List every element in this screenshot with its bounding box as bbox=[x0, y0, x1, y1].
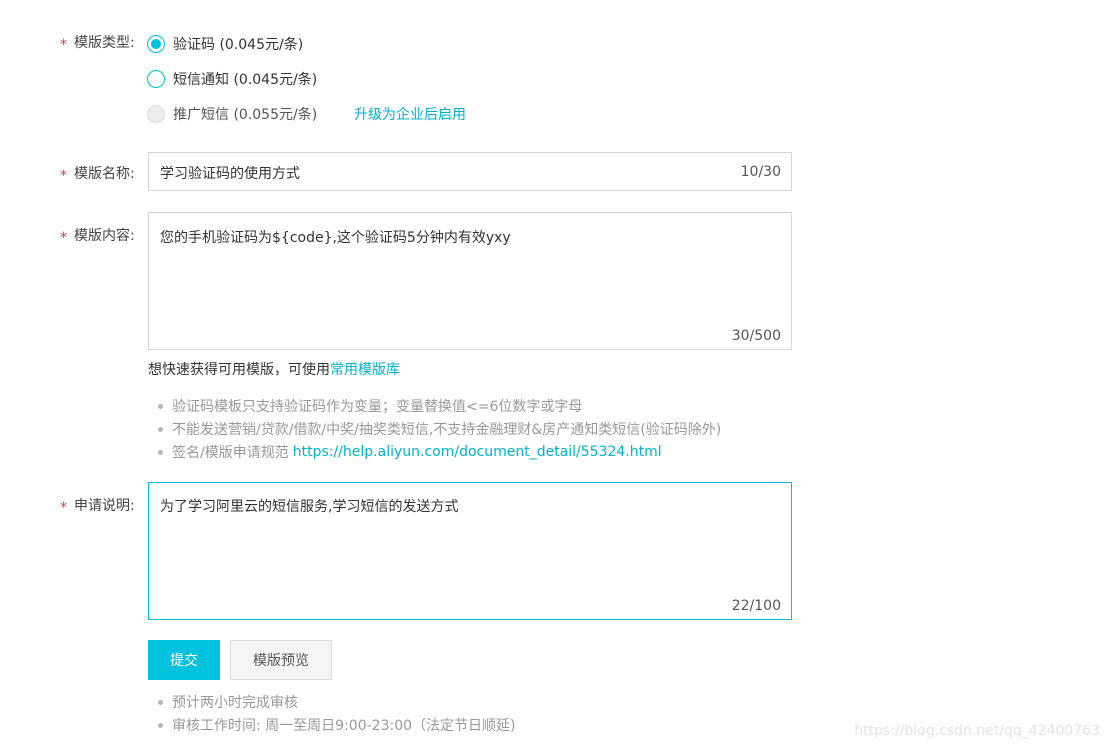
spec-doc-link[interactable]: https://help.aliyun.com/document_detail/… bbox=[293, 444, 662, 460]
template-name-input[interactable]: 学习验证码的使用方式 10/30 bbox=[148, 152, 792, 191]
tip-text: 验证码模板只支持验证码作为变量；变量替换值<=6位数字或字母 bbox=[172, 399, 583, 415]
template-name-counter: 10/30 bbox=[740, 164, 781, 180]
bullet-icon bbox=[158, 699, 163, 705]
template-name-label: 模版名称: bbox=[74, 166, 135, 182]
template-content-textarea[interactable]: 您的手机验证码为${code},这个验证码5分钟内有效yxy 30/500 bbox=[148, 212, 792, 350]
radio-verification-code[interactable]: 验证码 (0.045元/条) bbox=[147, 33, 303, 55]
template-name-value: 学习验证码的使用方式 bbox=[160, 166, 300, 182]
required-mark: * bbox=[60, 168, 67, 184]
bullet-icon bbox=[158, 426, 163, 432]
bullet-icon bbox=[158, 722, 163, 728]
radio-disabled-icon bbox=[147, 105, 165, 123]
radio-selected-icon bbox=[147, 35, 165, 53]
application-note-label: 申请说明: bbox=[74, 498, 135, 514]
application-note-value: 为了学习阿里云的短信服务,学习短信的发送方式 bbox=[160, 499, 459, 515]
tip-text: 不能发送营销/贷款/借款/中奖/抽奖类短信,不支持金融理财&房产通知类短信(验证… bbox=[172, 422, 722, 438]
list-item: 签名/模版申请规范 https://help.aliyun.com/docume… bbox=[158, 442, 662, 462]
list-item: 审核工作时间: 周一至周日9:00-23:00（法定节日顺延) bbox=[158, 715, 515, 735]
submit-button[interactable]: 提交 bbox=[148, 640, 220, 680]
radio-unselected-icon bbox=[147, 70, 165, 88]
watermark: https://blog.csdn.net/qq_42400763 bbox=[854, 723, 1100, 739]
bullet-icon bbox=[158, 403, 163, 409]
tip-text: 签名/模版申请规范 bbox=[172, 445, 289, 461]
radio-notification[interactable]: 短信通知 (0.045元/条) bbox=[147, 68, 317, 90]
radio-promotion: 推广短信 (0.055元/条) bbox=[147, 103, 317, 125]
required-mark: * bbox=[60, 500, 67, 516]
template-content-value: 您的手机验证码为${code},这个验证码5分钟内有效yxy bbox=[160, 230, 511, 246]
quick-template-hint: 想快速获得可用模版，可使用常用模版库 bbox=[148, 359, 400, 379]
radio-label: 推广短信 (0.055元/条) bbox=[173, 107, 318, 123]
template-preview-button[interactable]: 模版预览 bbox=[230, 640, 332, 680]
required-mark: * bbox=[60, 230, 67, 246]
application-note-textarea[interactable]: 为了学习阿里云的短信服务,学习短信的发送方式 22/100 bbox=[148, 482, 792, 620]
required-mark: * bbox=[60, 37, 67, 53]
template-content-counter: 30/500 bbox=[731, 328, 781, 344]
template-library-link[interactable]: 常用模版库 bbox=[330, 362, 400, 378]
tip-text: 预计两小时完成审核 bbox=[172, 695, 298, 711]
list-item: 不能发送营销/贷款/借款/中奖/抽奖类短信,不支持金融理财&房产通知类短信(验证… bbox=[158, 419, 721, 439]
template-content-label: 模版内容: bbox=[74, 228, 135, 244]
upgrade-enterprise-link[interactable]: 升级为企业后启用 bbox=[354, 104, 466, 124]
list-item: 验证码模板只支持验证码作为变量；变量替换值<=6位数字或字母 bbox=[158, 396, 582, 416]
application-note-counter: 22/100 bbox=[731, 598, 781, 614]
template-type-label: 模版类型: bbox=[74, 35, 135, 51]
tip-text: 审核工作时间: 周一至周日9:00-23:00（法定节日顺延) bbox=[172, 718, 516, 734]
radio-label: 验证码 (0.045元/条) bbox=[173, 37, 304, 53]
list-item: 预计两小时完成审核 bbox=[158, 692, 298, 712]
bullet-icon bbox=[158, 449, 163, 455]
quick-template-text: 想快速获得可用模版，可使用 bbox=[148, 362, 330, 378]
radio-label: 短信通知 (0.045元/条) bbox=[173, 72, 318, 88]
